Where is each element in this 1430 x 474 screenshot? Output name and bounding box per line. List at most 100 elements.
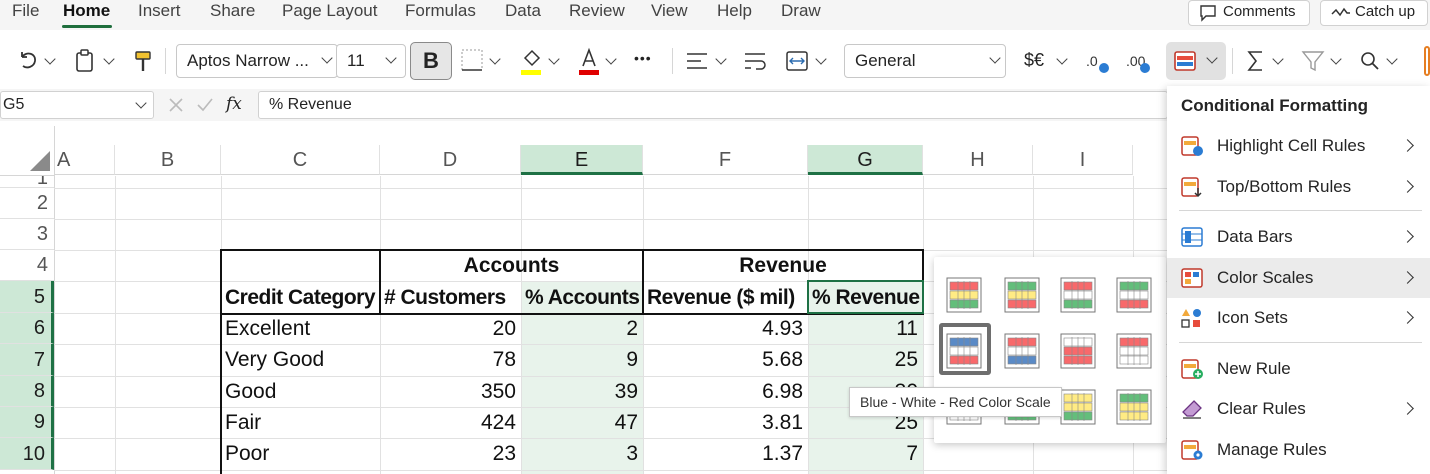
color-scale-swatch[interactable] [1116,389,1152,425]
row-header-10[interactable]: 10 [0,438,54,470]
row-header-1[interactable]: 1 [0,176,54,188]
cell-pct-accounts[interactable]: 2 [521,313,643,344]
tab-insert[interactable]: Insert [138,0,181,22]
cell-pct-revenue[interactable]: 7 [808,438,923,469]
cell-customers[interactable]: 23 [380,438,521,469]
format-painter-icon[interactable] [132,44,154,78]
column-header-f[interactable]: F [643,145,808,175]
addins-icon[interactable] [1424,46,1430,76]
find-dropdown-icon[interactable] [1386,53,1398,65]
cell-pct-accounts[interactable]: 39 [521,376,643,407]
tab-view[interactable]: View [651,0,688,22]
autosum-icon[interactable] [1244,44,1268,78]
cell-pct-accounts[interactable]: 9 [521,344,643,375]
search-icon[interactable] [1358,44,1382,78]
cell-pct-revenue[interactable]: 25 [808,344,923,375]
column-header-c[interactable]: C [221,145,380,175]
formula-input[interactable]: % Revenue [258,91,1168,119]
sort-filter-dropdown-icon[interactable] [1330,53,1342,65]
color-scale-swatch[interactable] [946,277,982,313]
menu-item-new-rule[interactable]: New Rule [1167,349,1430,389]
borders-dropdown-icon[interactable] [489,53,501,65]
enter-icon[interactable] [196,97,214,113]
color-scale-swatch[interactable] [1004,333,1040,369]
font-color-dropdown-icon[interactable] [605,53,617,65]
tab-share[interactable]: Share [210,0,255,22]
cell-customers[interactable]: 78 [380,344,521,375]
menu-item-data-bars[interactable]: Data Bars [1167,217,1430,257]
cell-revenue[interactable]: 4.93 [643,313,808,344]
column-header-h[interactable]: H [923,145,1033,175]
cell-category[interactable]: Very Good [225,344,324,375]
menu-item-icon-sets[interactable]: Icon Sets [1167,298,1430,338]
font-size-dropdown[interactable]: 11 [336,44,406,78]
tab-review[interactable]: Review [569,0,625,22]
insert-function-icon[interactable]: fx [226,94,242,114]
autosum-dropdown-icon[interactable] [1272,53,1284,65]
menu-item-top-bottom-rules[interactable]: Top/Bottom Rules [1167,167,1430,207]
catch-up-button[interactable]: Catch up [1320,0,1428,26]
row-header-4[interactable]: 4 [0,250,54,281]
color-scale-swatch[interactable] [1116,333,1152,369]
merge-dropdown-icon[interactable] [815,53,827,65]
tab-draw[interactable]: Draw [781,0,821,22]
column-header-i[interactable]: I [1033,145,1133,175]
tab-file[interactable]: File [12,0,39,22]
cell-revenue[interactable]: 3.81 [643,407,808,438]
tab-data[interactable]: Data [505,0,541,22]
row-header-5[interactable]: 5 [0,281,54,313]
cell-customers[interactable]: 20 [380,313,521,344]
more-options-icon[interactable]: ••• [634,50,652,66]
sort-filter-icon[interactable] [1300,44,1326,78]
color-scale-swatch[interactable] [1004,277,1040,313]
column-header-d[interactable]: D [380,145,521,175]
currency-icon[interactable]: $€ [1024,50,1044,71]
paste-dropdown-icon[interactable] [103,53,115,65]
cell-pct-revenue[interactable]: 11 [808,313,923,344]
undo-dropdown-icon[interactable] [44,53,56,65]
tab-home[interactable]: Home [63,0,110,22]
cell-category[interactable]: Good [225,376,276,407]
column-header-b[interactable]: B [115,145,221,175]
font-color-icon[interactable] [576,44,602,78]
cell-pct-accounts[interactable]: 47 [521,407,643,438]
column-header-g[interactable]: G [808,145,923,175]
row-header-8[interactable]: 8 [0,376,54,407]
clipboard-icon[interactable] [74,44,96,78]
column-header-a[interactable]: A [55,145,115,175]
cell-customers[interactable]: 424 [380,407,521,438]
row-header-9[interactable]: 9 [0,407,54,438]
merge-cells-icon[interactable] [784,44,810,78]
cell-customers[interactable]: 350 [380,376,521,407]
column-header-e[interactable]: E [521,145,643,175]
conditional-formatting-button[interactable] [1166,42,1226,80]
number-format-dropdown[interactable]: General [844,44,1006,78]
tab-formulas[interactable]: Formulas [405,0,476,22]
tab-help[interactable]: Help [717,0,752,22]
color-scale-swatch[interactable] [946,333,982,369]
cell-revenue[interactable]: 5.68 [643,344,808,375]
row-header-7[interactable]: 7 [0,344,54,376]
row-header-6[interactable]: 6 [0,313,54,344]
bold-button[interactable]: B [410,42,452,80]
align-icon[interactable] [684,44,710,78]
color-scale-swatch[interactable] [1060,277,1096,313]
fill-color-dropdown-icon[interactable] [548,53,560,65]
tab-page-layout[interactable]: Page Layout [282,0,377,22]
row-header-3[interactable]: 3 [0,219,54,250]
cell-category[interactable]: Poor [225,438,269,469]
name-box[interactable]: G5 [0,91,154,119]
currency-dropdown-icon[interactable] [1056,53,1068,65]
font-name-dropdown[interactable]: Aptos Narrow ... [176,44,338,78]
increase-decimal-icon[interactable]: .0 [1084,44,1112,78]
fill-color-icon[interactable] [518,44,544,78]
color-scale-swatch[interactable] [1060,333,1096,369]
select-all-icon[interactable] [28,149,52,173]
comments-button[interactable]: Comments [1188,0,1310,26]
align-dropdown-icon[interactable] [715,53,727,65]
menu-item-highlight-cell-rules[interactable]: Highlight Cell Rules [1167,126,1430,166]
wrap-text-icon[interactable] [742,44,768,78]
cell-category[interactable]: Fair [225,407,261,438]
cell-revenue[interactable]: 1.37 [643,438,808,469]
menu-item-manage-rules[interactable]: Manage Rules [1167,430,1430,470]
